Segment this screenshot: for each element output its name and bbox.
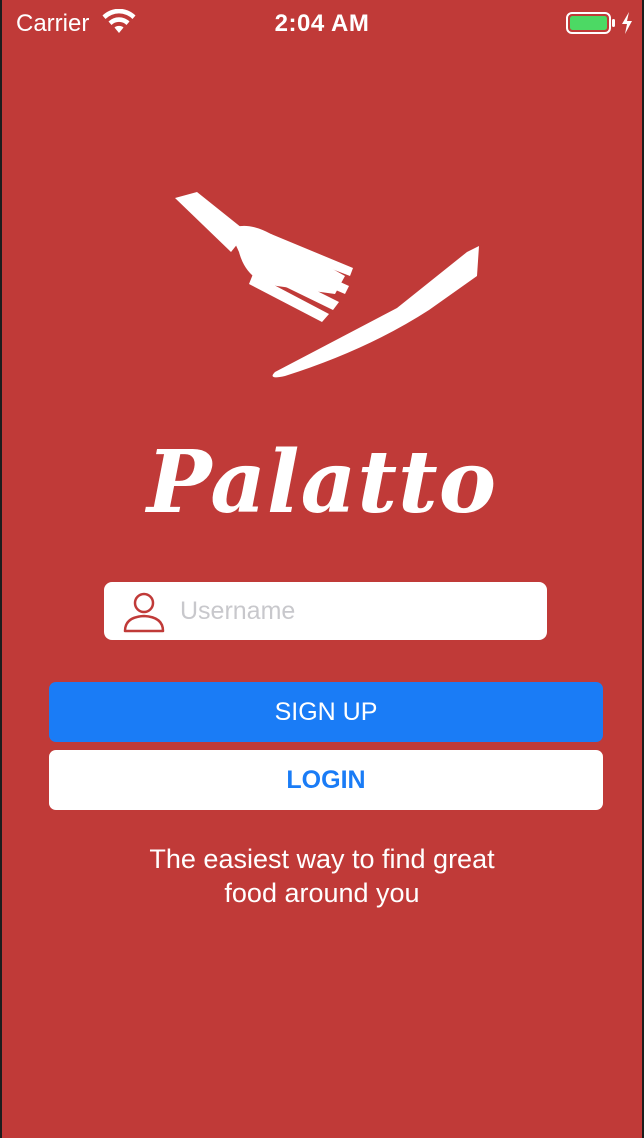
username-field[interactable] [104,582,547,640]
app-screen: Carrier 2:04 AM Palatto Username SIGN UP… [0,0,644,1138]
login-button[interactable]: LOGIN [49,750,603,810]
username-input[interactable] [180,582,530,640]
status-bar: Carrier 2:04 AM [2,0,642,46]
user-icon [123,592,165,633]
tagline-line-2: food around you [224,878,420,908]
sign-up-button[interactable]: SIGN UP [49,682,603,742]
charging-icon [622,12,632,34]
app-title: Palatto [146,432,498,533]
clock-time: 2:04 AM [274,10,370,37]
battery-icon [566,12,615,34]
tagline: The easiest way to find great food aroun… [2,842,642,910]
tagline-line-1: The easiest way to find great [149,844,495,874]
fork-knife-icon [175,192,479,378]
